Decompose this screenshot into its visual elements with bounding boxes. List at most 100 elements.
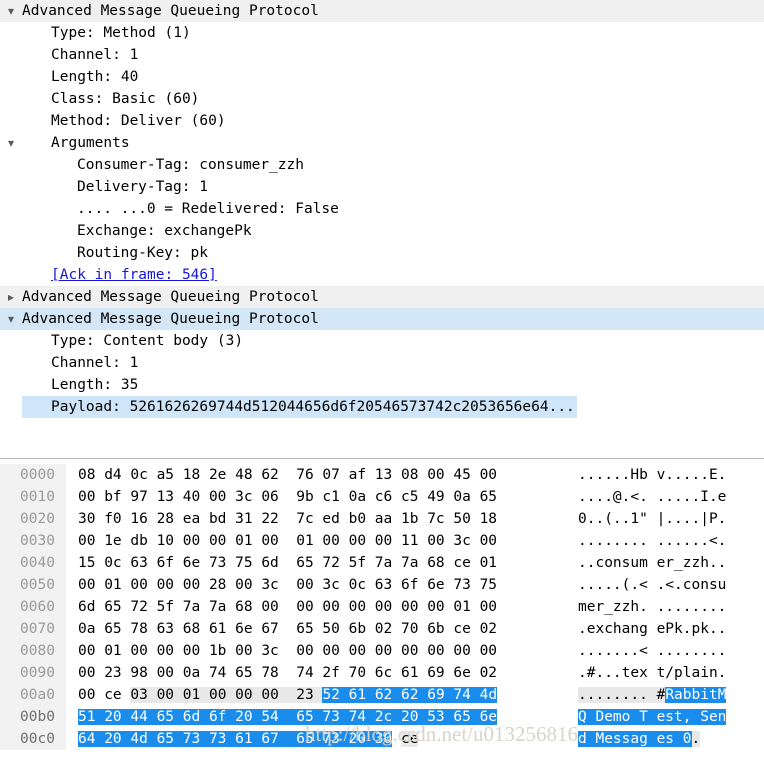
chevron-down-icon[interactable]: ▾ [0,308,22,330]
hex-row[interactable]: 00c0 64 20 4d 65 73 73 61 67 65 73 20 30 … [0,728,764,750]
tree-item-amqp-header[interactable]: ▸ Advanced Message Queueing Protocol [0,286,764,308]
hex-offset: 0080 [0,640,66,662]
hex-bytes[interactable]: 64 20 4d 65 73 73 61 67 65 73 20 30 ce [66,728,419,750]
hex-byte-segment[interactable]: 51 20 44 65 6d 6f 20 54 65 73 74 2c 20 5… [78,709,498,725]
hex-row[interactable]: 00a0 00 ce 03 00 01 00 00 00 23 52 61 62 … [0,684,764,706]
hex-ascii-segment[interactable]: RabbitM [665,687,727,703]
tree-item-amqp-body[interactable]: ▾ Advanced Message Queueing Protocol [0,308,764,330]
hex-offset: 0020 [0,508,66,530]
hex-offset: 0090 [0,662,66,684]
hex-offset: 0060 [0,596,66,618]
hex-row[interactable]: 0060 6d 65 72 5f 7a 7a 68 00 00 00 00 00 … [0,596,764,618]
hex-bytes[interactable]: 30 f0 16 28 ea bd 31 22 7c ed b0 aa 1b 7… [66,508,497,530]
tree-item-arguments[interactable]: ▾ Arguments [0,132,764,154]
hex-ascii-segment[interactable]: ........ # [578,687,666,703]
hex-row[interactable]: 0050 00 01 00 00 00 28 00 3c 00 3c 0c 63 … [0,574,764,596]
hex-byte-segment[interactable]: 64 20 4d 65 73 73 61 67 65 73 20 30 [78,731,393,747]
tree-item-exchange[interactable]: Exchange: exchangePk [0,220,764,242]
hex-bytes[interactable]: 15 0c 63 6f 6e 73 75 6d 65 72 5f 7a 7a 6… [66,552,497,574]
tree-item-delivery-tag[interactable]: Delivery-Tag: 1 [0,176,764,198]
hex-ascii[interactable]: mer_zzh. ........ [578,596,726,618]
hex-offset: 0000 [0,464,66,486]
hex-bytes[interactable]: 08 d4 0c a5 18 2e 48 62 76 07 af 13 08 0… [66,464,497,486]
hex-row[interactable]: 0010 00 bf 97 13 40 00 3c 06 9b c1 0a c6 … [0,486,764,508]
tree-item-type[interactable]: Type: Method (1) [0,22,764,44]
hex-bytes[interactable]: 00 01 00 00 00 28 00 3c 00 3c 0c 63 6f 6… [66,574,497,596]
hex-bytes[interactable]: 00 ce 03 00 01 00 00 00 23 52 61 62 62 6… [66,684,498,706]
tree-item-exchange-label: Exchange: exchangePk [77,223,252,239]
hex-ascii[interactable]: ....@.<. .....I.e [578,486,726,508]
tree-item-channel-body-label: Channel: 1 [51,355,139,371]
tree-item-routing-key[interactable]: Routing-Key: pk [0,242,764,264]
tree-item-ack-in-frame[interactable]: [Ack in frame: 546] [0,264,764,286]
hex-row[interactable]: 0040 15 0c 63 6f 6e 73 75 6d 65 72 5f 7a … [0,552,764,574]
hex-byte-segment[interactable]: 52 61 62 62 69 74 4d [322,687,498,703]
chevron-down-icon[interactable]: ▾ [0,0,22,22]
hex-row[interactable]: 0020 30 f0 16 28 ea bd 31 22 7c ed b0 aa … [0,508,764,530]
tree-item-channel[interactable]: Channel: 1 [0,44,764,66]
hex-byte-segment[interactable]: 00 ce [78,687,130,703]
hex-ascii[interactable]: ..consum er_zzh.. [578,552,726,574]
tree-item-routing-key-label: Routing-Key: pk [77,245,208,261]
tree-item-consumer-tag-label: Consumer-Tag: consumer_zzh [77,157,304,173]
packet-detail-pane[interactable]: ▾ Advanced Message Queueing Protocol Type… [0,0,764,458]
tree-item-type-body-label: Type: Content body (3) [51,333,244,349]
hex-bytes[interactable]: 6d 65 72 5f 7a 7a 68 00 00 00 00 00 00 0… [66,596,497,618]
hex-byte-segment[interactable]: 03 00 01 00 00 00 23 [130,687,323,703]
packet-bytes-pane[interactable]: 0000 08 d4 0c a5 18 2e 48 62 76 07 af 13 … [0,464,764,757]
hex-byte-segment[interactable] [392,731,401,747]
chevron-down-icon[interactable]: ▾ [0,132,22,154]
tree-item-redelivered[interactable]: .... ...0 = Redelivered: False [0,198,764,220]
hex-bytes[interactable]: 00 bf 97 13 40 00 3c 06 9b c1 0a c6 c5 4… [66,486,497,508]
hex-row[interactable]: 0080 00 01 00 00 00 1b 00 3c 00 00 00 00 … [0,640,764,662]
hex-ascii[interactable]: 0..(..1" |....|P. [578,508,726,530]
tree-item-payload[interactable]: Payload: 5261626269744d512044656d6f20546… [0,396,764,418]
tree-item-length-body-label: Length: 35 [51,377,139,393]
hex-row[interactable]: 0070 0a 65 78 63 68 61 6e 67 65 50 6b 02 … [0,618,764,640]
hex-ascii[interactable]: .....(.< .<.consu [578,574,726,596]
hex-bytes[interactable]: 51 20 44 65 6d 6f 20 54 65 73 74 2c 20 5… [66,706,498,728]
tree-item-class[interactable]: Class: Basic (60) [0,88,764,110]
hex-bytes[interactable]: 00 23 98 00 0a 74 65 78 74 2f 70 6c 61 6… [66,662,497,684]
hex-ascii-segment[interactable]: d Messag es 0 [578,731,692,747]
tree-item-length[interactable]: Length: 40 [0,66,764,88]
chevron-right-icon[interactable]: ▸ [0,286,22,308]
hex-ascii[interactable]: Q Demo T est, Sen [578,706,727,728]
hex-ascii[interactable]: .exchang ePk.pk.. [578,618,726,640]
hex-row[interactable]: 00b0 51 20 44 65 6d 6f 20 54 65 73 74 2c … [0,706,764,728]
tree-item-length-body[interactable]: Length: 35 [0,374,764,396]
tree-item-type-body[interactable]: Type: Content body (3) [0,330,764,352]
hex-offset: 0050 [0,574,66,596]
hex-ascii[interactable]: ......Hb v.....E. [578,464,726,486]
hex-ascii[interactable]: ........ ......<. [578,530,726,552]
tree-item-consumer-tag[interactable]: Consumer-Tag: consumer_zzh [0,154,764,176]
tree-item-channel-body[interactable]: Channel: 1 [0,352,764,374]
hex-bytes[interactable]: 00 1e db 10 00 00 01 00 01 00 00 00 11 0… [66,530,497,552]
hex-ascii[interactable]: ........ #RabbitM [578,684,727,706]
tree-item-amqp-method[interactable]: ▾ Advanced Message Queueing Protocol [0,0,764,22]
hex-row[interactable]: 0090 00 23 98 00 0a 74 65 78 74 2f 70 6c … [0,662,764,684]
tree-item-type-label: Type: Method (1) [51,25,191,41]
hex-byte-segment[interactable]: ce [401,731,419,747]
tree-item-redelivered-label: .... ...0 = Redelivered: False [77,201,339,217]
hex-bytes[interactable]: 00 01 00 00 00 1b 00 3c 00 00 00 00 00 0… [66,640,497,662]
hex-ascii[interactable]: .......< ........ [578,640,726,662]
hex-offset: 0010 [0,486,66,508]
tree-item-method[interactable]: Method: Deliver (60) [0,110,764,132]
hex-ascii[interactable]: d Messag es 0. [578,728,701,750]
hex-ascii-segment[interactable]: Q Demo T est, Sen [578,709,727,725]
hex-ascii-segment[interactable]: . [691,731,701,747]
hex-row[interactable]: 0030 00 1e db 10 00 00 01 00 01 00 00 00 … [0,530,764,552]
hex-bytes[interactable]: 0a 65 78 63 68 61 6e 67 65 50 6b 02 70 6… [66,618,497,640]
hex-ascii[interactable]: .#...tex t/plain. [578,662,726,684]
hex-row[interactable]: 0000 08 d4 0c a5 18 2e 48 62 76 07 af 13 … [0,464,764,486]
